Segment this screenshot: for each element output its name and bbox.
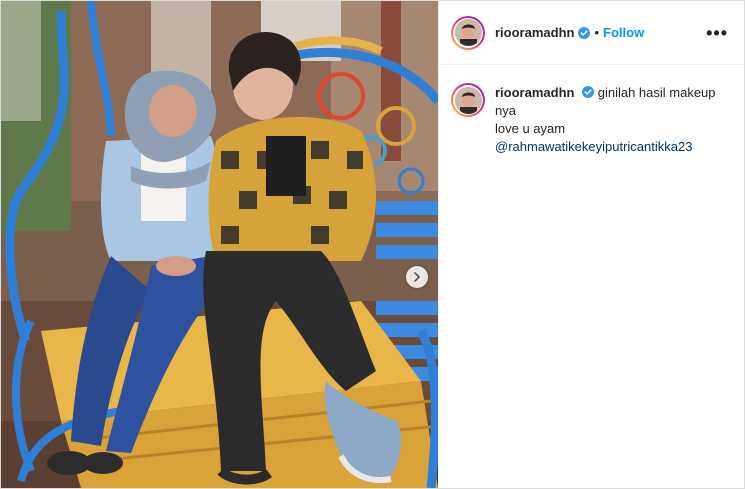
- header-separator: •: [594, 25, 600, 40]
- avatar[interactable]: [451, 15, 485, 50]
- next-photo-button[interactable]: [406, 266, 428, 288]
- follow-button[interactable]: Follow: [603, 25, 644, 40]
- caption-first-line: riooramadhn ginilah hasil makeup: [495, 84, 716, 102]
- chevron-right-icon: [414, 272, 420, 282]
- caption-mention-link[interactable]: @rahmawatikekeyiputricantikka23: [495, 138, 716, 156]
- post-photo[interactable]: [1, 1, 438, 488]
- header-username[interactable]: riooramadhn: [495, 25, 574, 40]
- instagram-post: riooramadhn • Follow ••• riooramadhn gin…: [0, 0, 745, 489]
- photo-scene: [1, 1, 438, 488]
- verified-badge-icon: [582, 86, 595, 98]
- caption-avatar[interactable]: [451, 83, 485, 117]
- avatar-image: [454, 86, 482, 114]
- avatar-image: [454, 19, 482, 46]
- post-sidebar: riooramadhn • Follow ••• riooramadhn gin…: [438, 1, 744, 488]
- more-options-icon[interactable]: •••: [706, 24, 728, 42]
- caption-line-3: love u ayam: [495, 121, 566, 136]
- verified-badge-icon: [578, 26, 591, 39]
- post-header: riooramadhn • Follow •••: [439, 1, 744, 65]
- caption-line-1: ginilah hasil makeup: [597, 85, 716, 100]
- caption-username[interactable]: riooramadhn: [495, 85, 574, 100]
- caption-line-2: nya: [495, 103, 516, 118]
- caption-text: riooramadhn ginilah hasil makeup nya lov…: [495, 84, 716, 156]
- caption: riooramadhn ginilah hasil makeup nya lov…: [439, 65, 744, 156]
